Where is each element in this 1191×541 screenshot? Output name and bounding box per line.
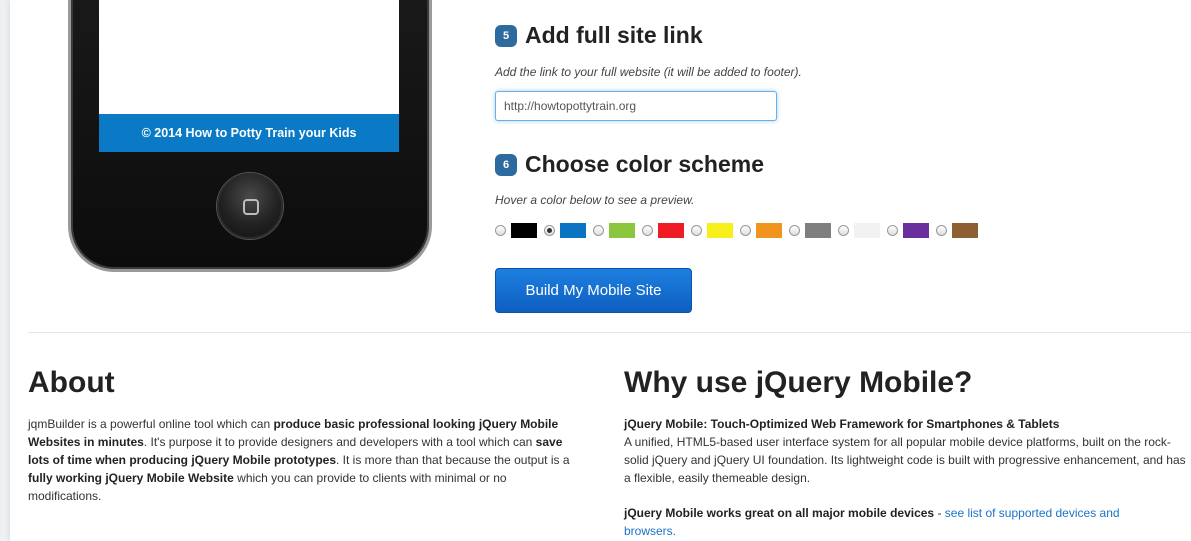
color-scheme-options <box>495 223 985 238</box>
color-swatch[interactable] <box>560 223 586 238</box>
color-swatch[interactable] <box>756 223 782 238</box>
color-radio[interactable] <box>642 225 653 236</box>
color-option[interactable] <box>789 223 831 238</box>
color-swatch[interactable] <box>854 223 880 238</box>
full-site-url-input[interactable] <box>495 91 777 121</box>
color-radio[interactable] <box>887 225 898 236</box>
color-radio[interactable] <box>593 225 604 236</box>
about-text-1: jqmBuilder is a powerful online tool whi… <box>28 417 274 431</box>
color-swatch[interactable] <box>952 223 978 238</box>
section-divider <box>28 332 1191 333</box>
step-6-header: 6 Choose color scheme <box>495 151 764 178</box>
step-5-title: Add full site link <box>525 22 703 48</box>
step-5-hint: Add the link to your full website (it wi… <box>495 65 802 79</box>
about-paragraph: jqmBuilder is a powerful online tool whi… <box>28 415 578 505</box>
phone-footer: © 2014 How to Potty Train your Kids <box>99 114 399 152</box>
step-5-badge: 5 <box>495 24 517 47</box>
why-devices-paragraph: jQuery Mobile works great on all major m… <box>624 504 1164 540</box>
step-6-title: Choose color scheme <box>525 151 765 177</box>
color-option[interactable] <box>593 223 635 238</box>
why-body: A unified, HTML5-based user interface sy… <box>624 435 1186 485</box>
step-6-hint: Hover a color below to see a preview. <box>495 193 695 207</box>
color-option[interactable] <box>740 223 782 238</box>
color-swatch[interactable] <box>805 223 831 238</box>
why-title: Why use jQuery Mobile? <box>624 366 973 399</box>
home-square-icon <box>243 199 259 215</box>
color-option[interactable] <box>642 223 684 238</box>
color-option[interactable] <box>887 223 929 238</box>
why-devices-sep: - <box>934 506 945 520</box>
color-option[interactable] <box>838 223 880 238</box>
color-radio[interactable] <box>691 225 702 236</box>
color-option[interactable] <box>936 223 978 238</box>
color-radio[interactable] <box>740 225 751 236</box>
step-5-header: 5 Add full site link <box>495 22 703 49</box>
color-swatch[interactable] <box>658 223 684 238</box>
color-option[interactable] <box>495 223 537 238</box>
phone-screen: © 2014 How to Potty Train your Kids <box>99 0 399 152</box>
why-devices-bold: jQuery Mobile works great on all major m… <box>624 506 935 520</box>
color-swatch[interactable] <box>609 223 635 238</box>
color-swatch[interactable] <box>511 223 537 238</box>
build-mobile-site-button[interactable]: Build My Mobile Site <box>495 268 692 313</box>
why-subtitle: jQuery Mobile: Touch-Optimized Web Frame… <box>624 417 1060 431</box>
about-text-3: . It is more than that because the outpu… <box>336 453 570 467</box>
about-title: About <box>28 366 115 399</box>
color-swatch[interactable] <box>903 223 929 238</box>
home-button <box>217 173 283 239</box>
color-radio[interactable] <box>838 225 849 236</box>
color-swatch[interactable] <box>707 223 733 238</box>
about-text-2: . It's purpose it to provide designers a… <box>143 435 536 449</box>
about-bold-3: fully working jQuery Mobile Website <box>28 471 234 485</box>
color-radio[interactable] <box>936 225 947 236</box>
step-6-badge: 6 <box>495 153 517 176</box>
color-option[interactable] <box>691 223 733 238</box>
phone-preview: © 2014 How to Potty Train your Kids <box>68 0 432 272</box>
color-option[interactable] <box>544 223 586 238</box>
color-radio[interactable] <box>789 225 800 236</box>
color-radio[interactable] <box>495 225 506 236</box>
color-radio[interactable] <box>544 225 555 236</box>
page-card: © 2014 How to Potty Train your Kids 5 Ad… <box>10 0 1191 541</box>
why-paragraph: jQuery Mobile: Touch-Optimized Web Frame… <box>624 415 1189 487</box>
